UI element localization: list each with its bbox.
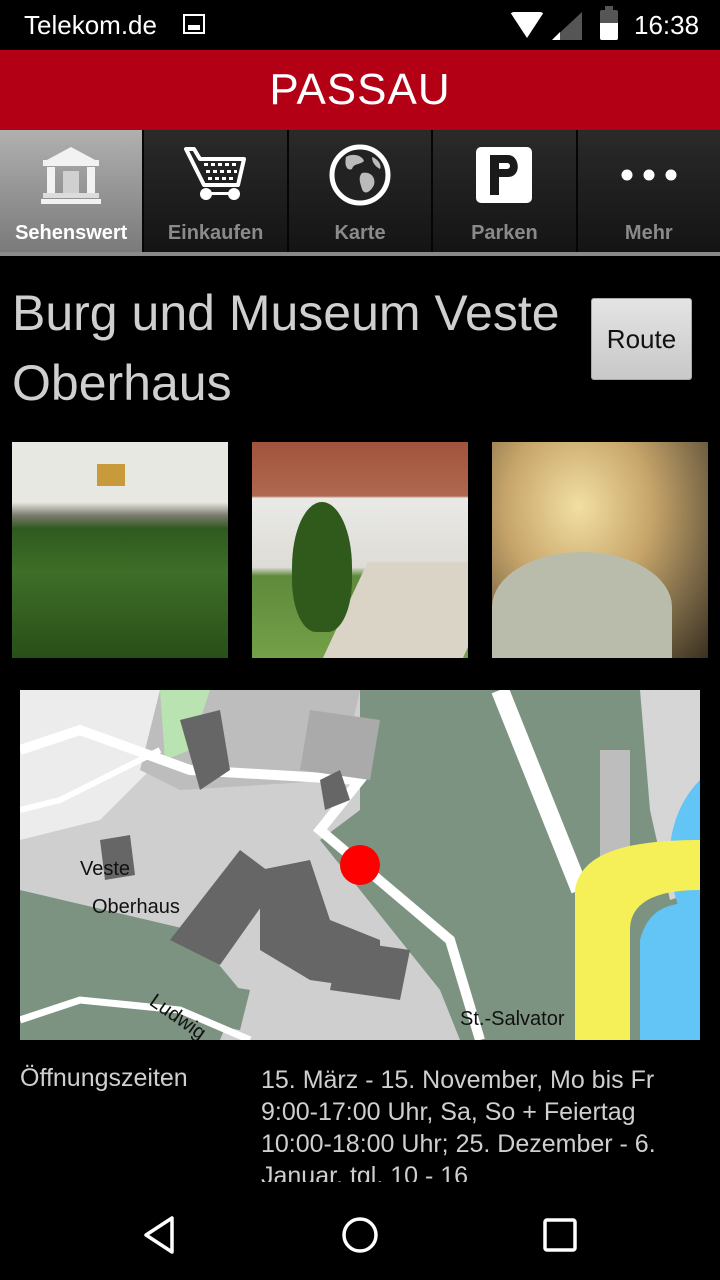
tab-sehenswert[interactable]: Sehenswert xyxy=(0,130,145,252)
opening-hours-value: 15. März - 15. November, Mo bis Fr 9:00-… xyxy=(261,1066,656,1182)
tab-bar: Sehenswert Einkaufen Karte Parken Mehr xyxy=(0,130,720,256)
map-label-veste: Veste xyxy=(80,858,131,880)
clock: 16:38 xyxy=(634,10,700,40)
tab-karte[interactable]: Karte xyxy=(288,130,434,252)
tab-label: Einkaufen xyxy=(167,222,264,244)
photo-castle-courtyard[interactable] xyxy=(252,442,468,658)
tab-label: Karte xyxy=(334,222,386,244)
more-icon xyxy=(614,140,684,210)
recents-icon[interactable] xyxy=(530,1212,590,1258)
tab-einkaufen[interactable]: Einkaufen xyxy=(144,130,289,252)
image-notification-icon xyxy=(183,14,205,34)
photo-detail xyxy=(292,502,352,632)
shopping-cart-icon xyxy=(181,140,251,210)
tab-label: Parken xyxy=(471,222,538,244)
tab-parken[interactable]: Parken xyxy=(433,130,578,252)
globe-icon xyxy=(325,140,395,210)
navigation-bar xyxy=(0,1190,720,1280)
status-bar: Telekom.de 16:38 xyxy=(0,0,720,50)
opening-hours-label: Öffnungszeiten xyxy=(20,1064,188,1092)
museum-icon xyxy=(36,140,106,210)
parking-icon xyxy=(469,140,539,210)
photo-castle-exterior[interactable] xyxy=(12,442,228,658)
route-button[interactable]: Route xyxy=(591,298,692,380)
photo-detail xyxy=(492,552,672,658)
map-label-oberhaus: Oberhaus xyxy=(92,896,180,918)
photo-museum-interior[interactable] xyxy=(492,442,708,658)
opening-hours-container: 15. März - 15. November, Mo bis Fr 9:00-… xyxy=(261,1064,701,1182)
map-label-st-salvator: St.-Salvator xyxy=(460,1008,565,1030)
battery-icon xyxy=(600,6,618,40)
wifi-icon xyxy=(510,12,544,38)
tab-label: Sehenswert xyxy=(15,222,128,244)
tab-label: Mehr xyxy=(624,222,673,244)
location-marker[interactable] xyxy=(340,845,380,885)
home-icon[interactable] xyxy=(330,1212,390,1258)
photo-detail xyxy=(97,464,125,486)
app-title: PASSAU xyxy=(269,65,451,114)
location-map[interactable]: Veste Oberhaus Ludwig St.-Salvator xyxy=(20,690,700,1040)
back-icon[interactable] xyxy=(130,1212,190,1258)
tab-mehr[interactable]: Mehr xyxy=(577,130,720,252)
carrier-name: Telekom.de xyxy=(24,10,157,40)
cell-signal-icon xyxy=(552,12,582,40)
poi-title: Burg und Museum Veste Oberhaus xyxy=(12,285,560,411)
app-header: PASSAU xyxy=(0,50,720,130)
